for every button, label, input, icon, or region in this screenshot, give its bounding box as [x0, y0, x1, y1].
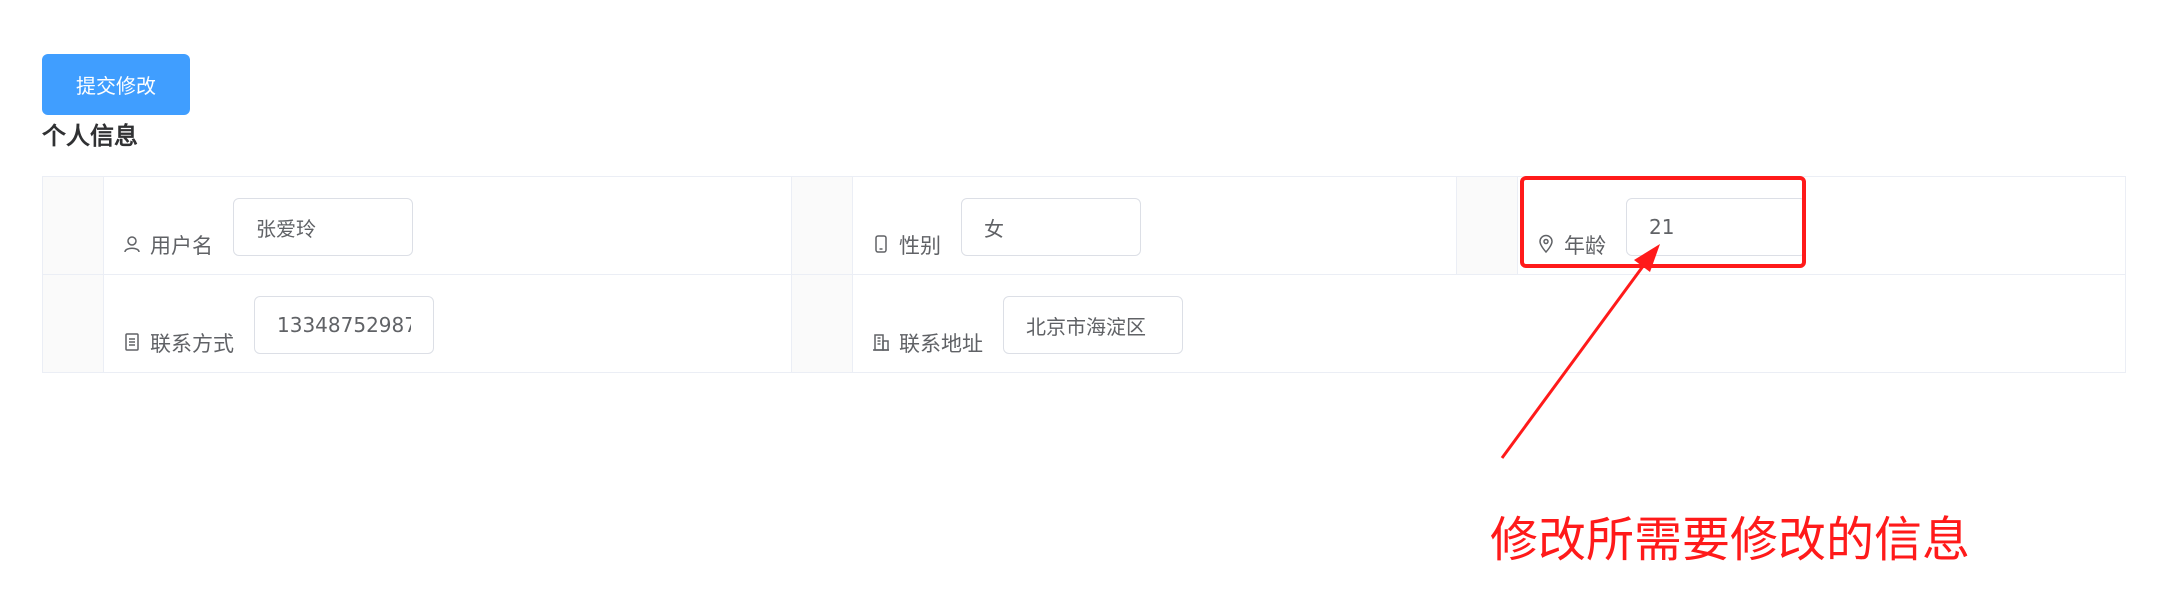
- address-cell: 联系地址: [852, 274, 2126, 373]
- contact-input[interactable]: [254, 296, 434, 354]
- label-gutter: [791, 274, 853, 373]
- username-label: 用户名: [122, 230, 213, 260]
- submit-changes-button[interactable]: 提交修改: [42, 54, 190, 115]
- gender-label: 性别: [871, 230, 941, 260]
- contact-label: 联系方式: [122, 328, 234, 358]
- age-input[interactable]: [1626, 198, 1806, 256]
- user-icon: [122, 234, 144, 256]
- address-input[interactable]: [1003, 296, 1183, 354]
- label-gutter: [1456, 176, 1518, 275]
- username-input[interactable]: [233, 198, 413, 256]
- gender-input[interactable]: [961, 198, 1141, 256]
- age-label: 年龄: [1536, 230, 1606, 260]
- username-cell: 用户名: [103, 176, 792, 275]
- table-row: 联系方式 13348752987 联系地址 北京市海淀区: [42, 274, 2126, 373]
- contact-label-text: 联系方式: [150, 332, 234, 356]
- username-label-text: 用户名: [150, 234, 213, 258]
- annotation-text: 修改所需要修改的信息: [1490, 512, 1971, 568]
- label-gutter: [791, 176, 853, 275]
- building-icon: [871, 332, 893, 354]
- contact-cell: 联系方式: [103, 274, 792, 373]
- label-gutter: [42, 176, 104, 275]
- phone-icon: [871, 234, 893, 256]
- address-label: 联系地址: [871, 328, 983, 358]
- label-gutter: [42, 274, 104, 373]
- age-label-text: 年龄: [1564, 234, 1606, 258]
- address-label-text: 联系地址: [899, 332, 983, 356]
- age-cell: 年龄: [1517, 176, 2126, 275]
- personal-info-table: 用户名 性别: [42, 176, 2126, 373]
- section-title: 个人信息: [42, 122, 138, 150]
- document-icon: [122, 332, 144, 354]
- location-icon: [1536, 234, 1558, 256]
- table-row: 用户名 性别: [42, 176, 2126, 275]
- gender-label-text: 性别: [899, 234, 941, 258]
- gender-cell: 性别: [852, 176, 1457, 275]
